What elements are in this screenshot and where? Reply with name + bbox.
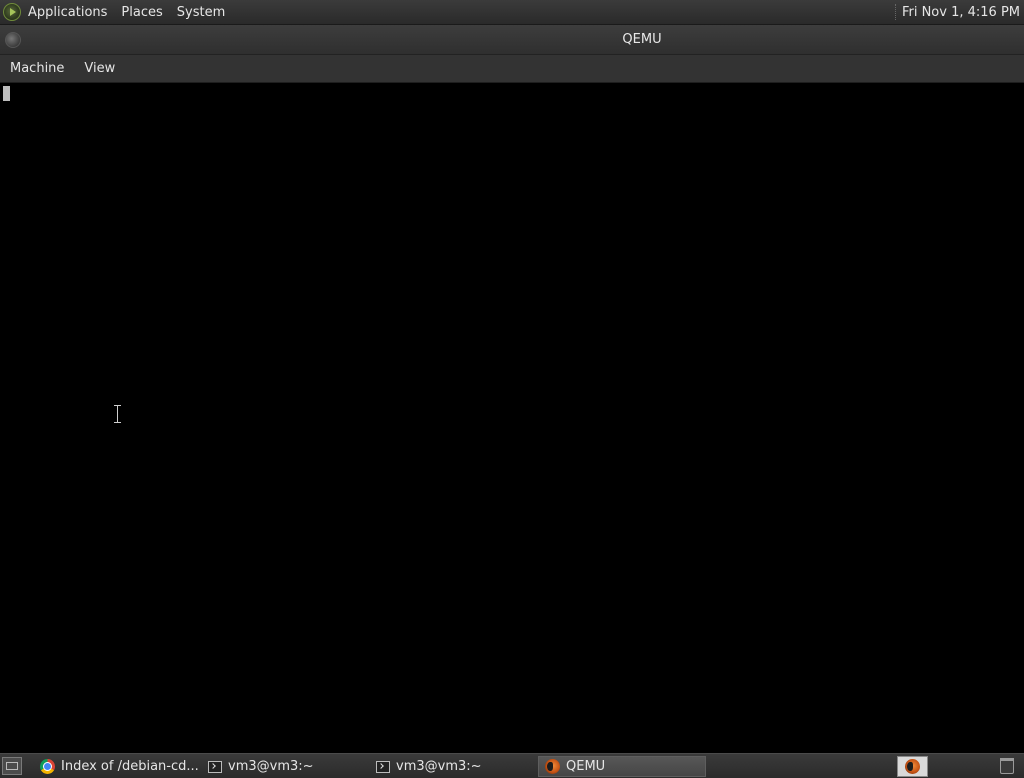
mouse-ibeam-cursor-icon: [113, 405, 122, 423]
bottom-taskbar: Index of /debian-cd... vm3@vm3:~ vm3@vm3…: [0, 753, 1024, 778]
task-label: vm3@vm3:~: [228, 759, 314, 774]
show-desktop-button[interactable]: [2, 757, 22, 775]
top-panel: Applications Places System Fri Nov 1, 4:…: [0, 0, 1024, 25]
qemu-icon: [545, 759, 560, 774]
view-menu[interactable]: View: [74, 55, 125, 83]
system-menu[interactable]: System: [170, 0, 232, 25]
panel-separator: [894, 4, 898, 20]
task-label: QEMU: [566, 759, 606, 774]
qemu-icon: [905, 759, 920, 774]
places-menu[interactable]: Places: [114, 0, 169, 25]
task-label: Index of /debian-cd...: [61, 759, 199, 774]
task-terminal-2[interactable]: vm3@vm3:~: [370, 756, 536, 777]
vm-display[interactable]: [0, 83, 1024, 753]
applications-menu-icon[interactable]: [3, 3, 21, 21]
terminal-icon: [376, 760, 390, 773]
task-qemu[interactable]: QEMU: [538, 756, 706, 777]
qemu-menubar: Machine View: [0, 55, 1024, 83]
task-label: vm3@vm3:~: [396, 759, 482, 774]
tray-qemu-button[interactable]: [897, 756, 928, 777]
task-terminal-1[interactable]: vm3@vm3:~: [202, 756, 368, 777]
trash-icon[interactable]: [1000, 758, 1014, 774]
window-title: QEMU: [622, 32, 662, 47]
terminal-icon: [208, 760, 222, 773]
desktop-screen: Applications Places System Fri Nov 1, 4:…: [0, 0, 1024, 778]
chrome-icon: [40, 759, 55, 774]
task-browser[interactable]: Index of /debian-cd...: [34, 756, 200, 777]
applications-menu[interactable]: Applications: [21, 0, 114, 25]
clock[interactable]: Fri Nov 1, 4:16 PM: [902, 5, 1024, 20]
window-menu-icon[interactable]: [5, 32, 21, 48]
machine-menu[interactable]: Machine: [0, 55, 74, 83]
console-cursor: [3, 86, 10, 101]
window-titlebar[interactable]: QEMU: [0, 25, 1024, 55]
